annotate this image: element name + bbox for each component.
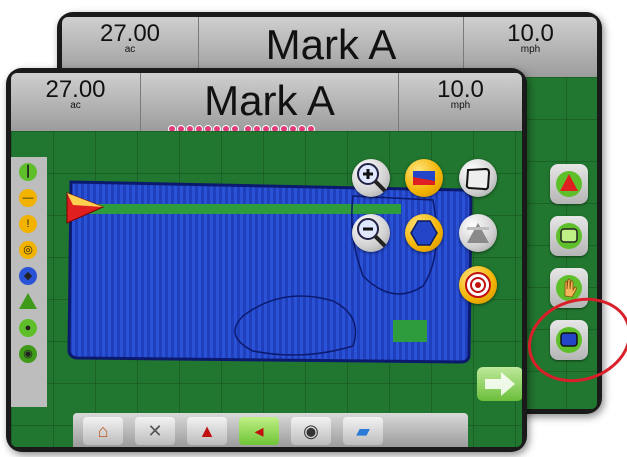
- front-area-unit: ac: [70, 100, 81, 111]
- front-speed-display[interactable]: 10.0 mph: [399, 73, 522, 131]
- tools-icon: ✕: [147, 421, 163, 441]
- lightbar: [168, 120, 316, 133]
- tab-vehicle-view[interactable]: ▲: [187, 417, 227, 445]
- zoom-out-button[interactable]: [352, 214, 390, 252]
- mark-a-icon: [467, 223, 489, 243]
- boom-icon: —: [19, 189, 37, 207]
- camera-icon: ◉: [303, 421, 319, 441]
- home-icon: ⌂: [97, 421, 109, 441]
- perspective-button[interactable]: [405, 159, 443, 197]
- section-icon: !: [19, 215, 37, 233]
- tab-camera[interactable]: ◉: [291, 417, 331, 445]
- data-icon: ▰: [356, 421, 370, 441]
- rate-icon: ●: [19, 319, 37, 337]
- front-guidance-mode[interactable]: Mark A: [141, 73, 399, 133]
- tab-tools[interactable]: ✕: [135, 417, 175, 445]
- boundary-icon: [556, 223, 582, 249]
- front-screen: 27.00 ac Mark A 10.0 mph ┃ — ! ◎ ◆ ● ◉ ⌂…: [11, 73, 522, 447]
- tab-map-view[interactable]: ◂: [239, 417, 279, 445]
- mapping-icon: ◆: [19, 267, 37, 285]
- target-icon: [465, 272, 491, 298]
- status-rail: ┃ — ! ◎ ◆ ● ◉: [11, 157, 47, 407]
- front-mode-label: Mark A: [204, 77, 335, 124]
- coverage-field: [67, 180, 473, 364]
- zoom-out-icon: [357, 218, 387, 248]
- tilt-icon: ◉: [19, 345, 37, 363]
- next-page-button[interactable]: [477, 367, 522, 401]
- back-speed-unit: mph: [520, 44, 541, 55]
- front-speed-unit: mph: [450, 100, 471, 111]
- tab-data[interactable]: ▰: [343, 417, 383, 445]
- polygon-icon: [410, 220, 438, 246]
- implement-icon: ┃: [19, 163, 37, 181]
- guidance-arrow-button[interactable]: [550, 164, 588, 204]
- perspective-icon: [413, 171, 435, 185]
- arrow-right-icon: [485, 372, 515, 396]
- target-button[interactable]: [459, 266, 497, 304]
- bottom-tab-bar: ⌂ ✕ ▲ ◂ ◉ ▰: [73, 413, 468, 447]
- map-view-icon: ◂: [254, 421, 264, 441]
- zoom-in-icon: [357, 163, 387, 193]
- mark-a-button[interactable]: [459, 214, 497, 252]
- boundary-icon: [465, 167, 491, 191]
- front-map-area[interactable]: [11, 131, 522, 447]
- zoom-in-button[interactable]: [352, 159, 390, 197]
- vehicle-arrow-icon: [556, 171, 582, 197]
- back-boundary-button[interactable]: [550, 216, 588, 256]
- back-area-unit: ac: [124, 44, 136, 55]
- back-mode-label: Mark A: [265, 21, 397, 68]
- boundary-button[interactable]: [459, 159, 497, 197]
- front-area-display[interactable]: 27.00 ac: [11, 73, 141, 131]
- front-status-bar: 27.00 ac Mark A 10.0 mph: [11, 73, 522, 133]
- polygon-button[interactable]: [405, 214, 443, 252]
- vehicle-icon: [66, 192, 105, 224]
- vehicle-status-icon: [19, 293, 37, 309]
- gps-warning-icon: ◎: [19, 241, 37, 259]
- vehicle-view-icon: ▲: [198, 421, 216, 441]
- front-device: 27.00 ac Mark A 10.0 mph ┃ — ! ◎ ◆ ● ◉ ⌂…: [6, 68, 527, 452]
- tab-home[interactable]: ⌂: [83, 417, 123, 445]
